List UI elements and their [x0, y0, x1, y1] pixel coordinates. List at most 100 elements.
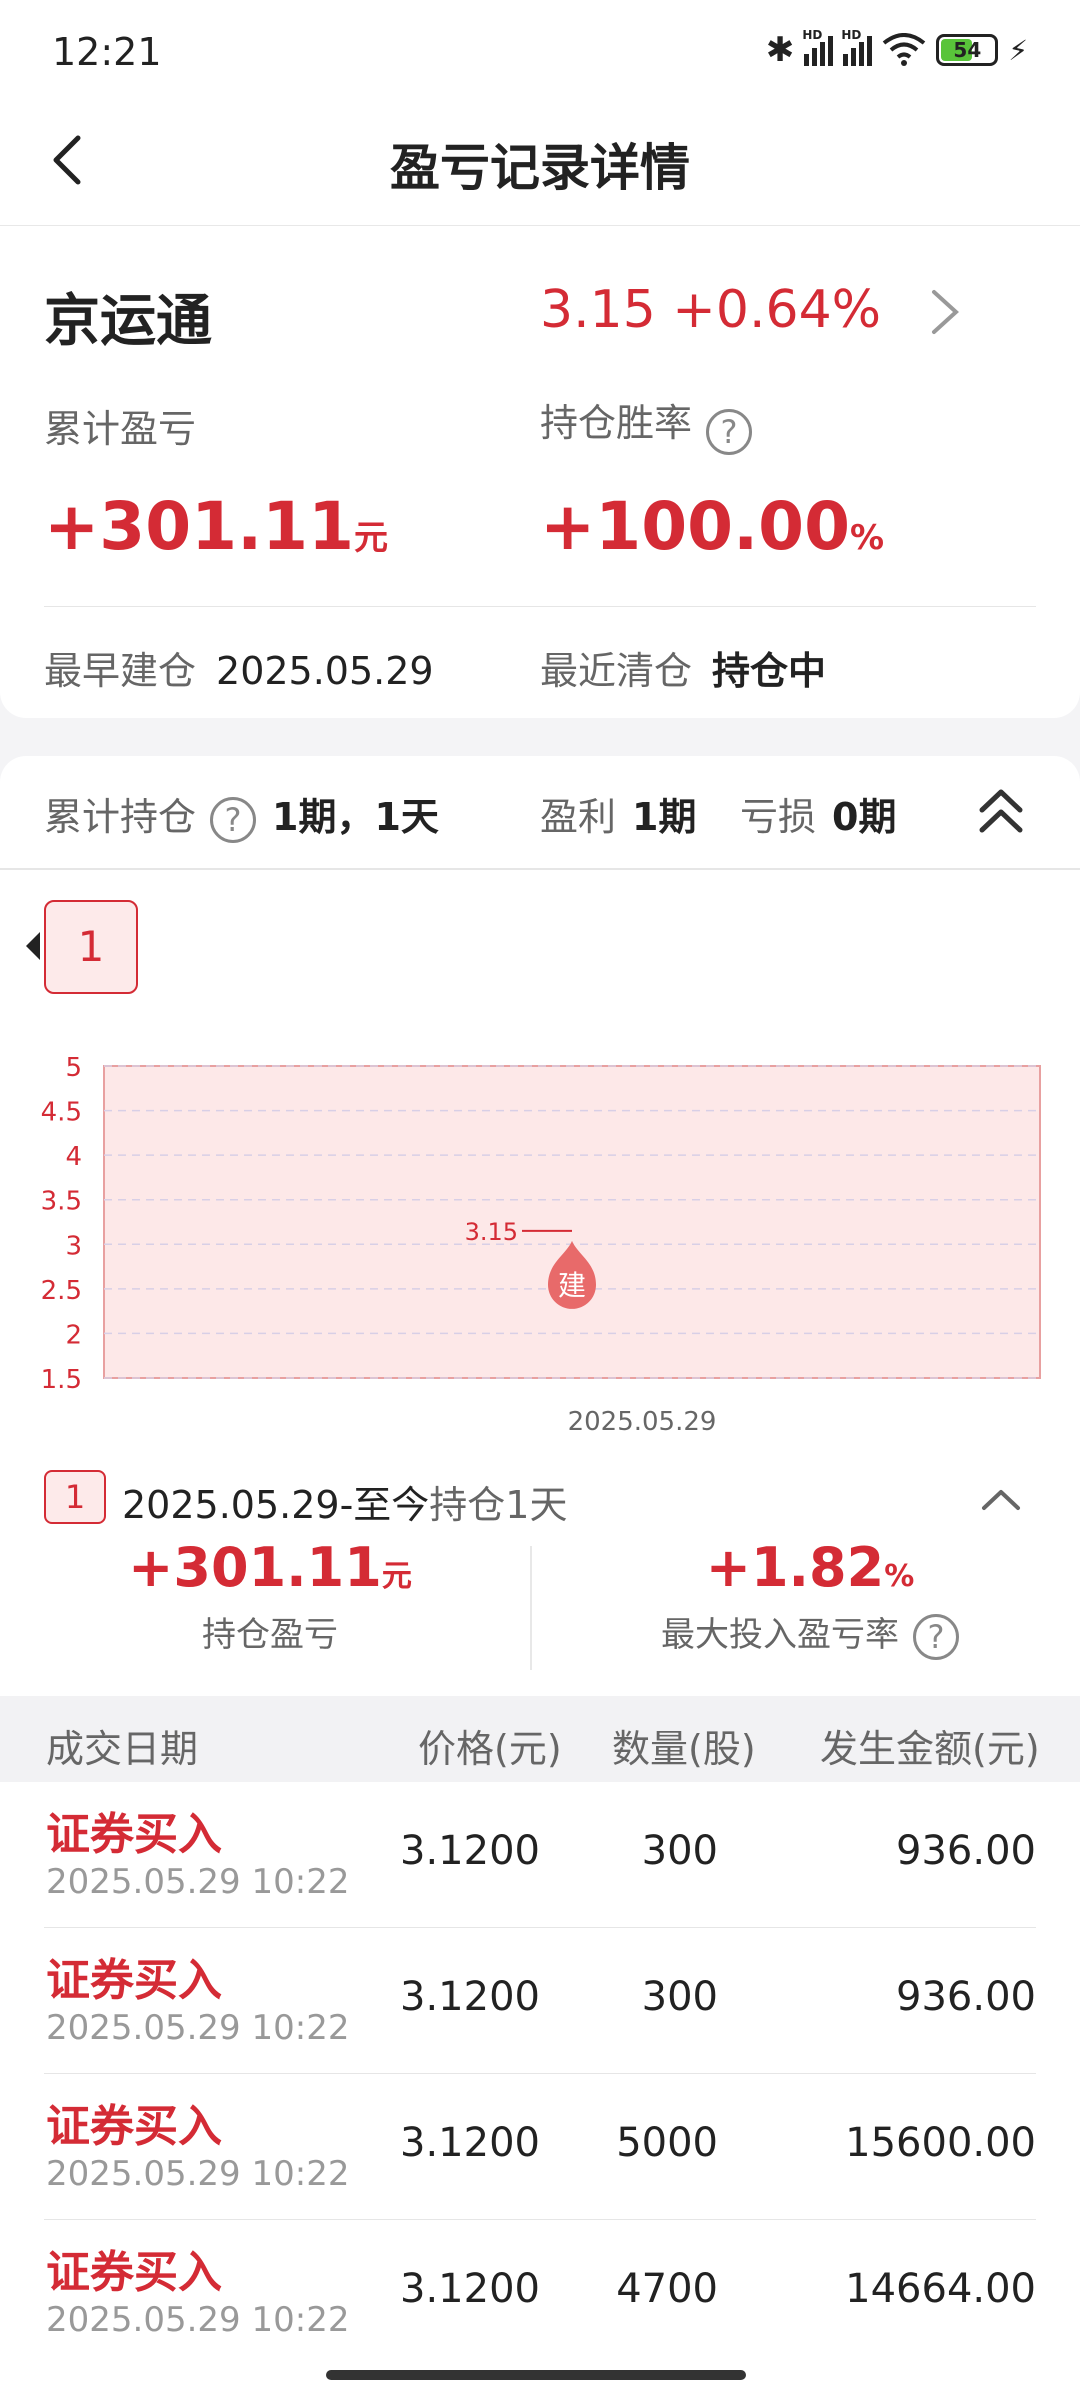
trade-qty: 5000 [616, 2120, 718, 2166]
trade-time: 2025.05.29 10:22 [46, 2008, 350, 2048]
build-marker-label: 建 [558, 1269, 586, 1302]
collapse-button[interactable] [976, 784, 1026, 840]
trade-price: 3.1200 [400, 1974, 540, 2020]
period-tab-1[interactable]: 1 [44, 900, 138, 994]
holding-summary-bar: 累计持仓? 1期，1天 盈利 1期 亏损 0期 [0, 756, 1080, 870]
app-header: 盈亏记录详情 [0, 100, 1080, 226]
period-rate-label-group: 最大投入盈亏率? [540, 1607, 1080, 1660]
th-price: 价格(元) [418, 1727, 562, 1771]
trade-price: 3.1200 [400, 1828, 540, 1874]
chart-y-tick: 2.5 [41, 1276, 82, 1306]
signal-icon-2: HD [841, 28, 873, 66]
chart-y-tick: 5 [65, 1053, 82, 1083]
loss-periods: 亏损 0期 [740, 786, 896, 841]
period-hold-text: 持仓1天 [429, 1483, 568, 1527]
trade-time: 2025.05.29 10:22 [46, 2154, 350, 2194]
chevron-right-icon [932, 290, 959, 334]
win-rate: +100.00% [540, 488, 884, 565]
cum-pnl-unit: 元 [354, 518, 388, 558]
chart-holding-area [103, 1065, 1041, 1379]
trade-amount: 14664.00 [845, 2266, 1036, 2312]
rate-help-icon[interactable]: ? [913, 1613, 959, 1660]
cum-holding-label: 累计持仓 [44, 795, 197, 839]
period-rate-label: 最大投入盈亏率 [661, 1615, 899, 1655]
trade-row[interactable]: 证券买入 2025.05.29 10:22 3.1200 4700 14664.… [0, 2220, 1080, 2366]
stock-price-change[interactable]: 3.15 +0.64% [540, 280, 881, 340]
holding-help-icon[interactable]: ? [210, 796, 257, 843]
trade-type: 证券买入 [46, 1955, 222, 2006]
period-rate-unit: % [884, 1559, 915, 1594]
period-scroll-left-icon[interactable] [26, 932, 40, 960]
bluetooth-icon: ✱ [765, 30, 795, 70]
signal-icon: HD [802, 28, 834, 66]
trade-qty: 4700 [616, 2266, 718, 2312]
price-chart: 5 4.5 4 3.5 3 2.5 2 1.5 3.15 建 2025.05.29 [41, 1053, 1041, 1437]
home-indicator[interactable] [326, 2370, 746, 2380]
cum-pnl: +301.11元 [44, 488, 388, 565]
period-stats: +301.11元 持仓盈亏 +1.82% 最大投入盈亏率? [0, 1536, 1080, 1676]
period-pnl-value: +301.11 [128, 1536, 382, 1599]
double-chevron-up-icon [979, 789, 1023, 833]
th-qty: 数量(股) [612, 1727, 756, 1771]
recent-clear-label: 最近清仓 [540, 649, 693, 693]
chart-y-tick: 4.5 [41, 1098, 82, 1128]
charging-icon: ⚡ [1008, 33, 1028, 67]
th-amount: 发生金额(元) [820, 1727, 1040, 1771]
help-icon[interactable]: ? [706, 408, 753, 455]
win-rate-value: +100.00 [540, 488, 850, 565]
trade-qty: 300 [641, 1974, 718, 2020]
chart-price-label: 3.15 [465, 1218, 518, 1246]
period-number: 1 [44, 1470, 106, 1524]
period-pnl: +301.11元 持仓盈亏 [0, 1536, 540, 1656]
trade-amount: 15600.00 [845, 2120, 1036, 2166]
chart-y-tick: 3.5 [41, 1187, 82, 1217]
cum-pnl-label: 累计盈亏 [44, 407, 197, 451]
earliest-build-label: 最早建仓 [44, 649, 197, 693]
page-title: 盈亏记录详情 [390, 139, 690, 197]
cum-holding-value: 1期，1天 [272, 795, 439, 839]
period-rate: +1.82% 最大投入盈亏率? [540, 1536, 1080, 1660]
trade-row[interactable]: 证券买入 2025.05.29 10:22 3.1200 300 936.00 [0, 1782, 1080, 1928]
trade-time: 2025.05.29 10:22 [46, 2300, 350, 2340]
trade-price: 3.1200 [400, 2266, 540, 2312]
period-rate-value: +1.82 [705, 1536, 885, 1599]
th-date: 成交日期 [46, 1727, 199, 1771]
trade-type: 证券买入 [46, 2247, 222, 2298]
earliest-build-value: 2025.05.29 [216, 649, 434, 693]
profit-value: 1期 [632, 795, 697, 839]
chart-y-tick: 3 [65, 1231, 82, 1261]
chart-y-tick: 4 [65, 1142, 82, 1172]
win-rate-label: 持仓胜率 [540, 401, 693, 445]
status-icons: ✱ HD HD 54 ⚡ [765, 28, 1028, 70]
cum-pnl-value: +301.11 [44, 488, 354, 565]
trade-row[interactable]: 证券买入 2025.05.29 10:22 3.1200 300 936.00 [0, 1928, 1080, 2074]
battery-icon: 54 [936, 34, 999, 66]
divider [44, 606, 1036, 607]
earliest-build: 最早建仓 2025.05.29 [44, 640, 434, 695]
win-rate-unit: % [850, 518, 885, 558]
cum-holding: 累计持仓? 1期，1天 [44, 786, 439, 843]
profit-periods: 盈利 1期 [540, 786, 696, 841]
trade-amount: 936.00 [896, 1974, 1036, 2020]
loss-label: 亏损 [740, 795, 817, 839]
trade-type: 证券买入 [46, 1809, 222, 1860]
trade-time: 2025.05.29 10:22 [46, 1862, 350, 1902]
period-info: 2025.05.29-至今持仓1天 [122, 1474, 567, 1529]
trade-price: 3.1200 [400, 2120, 540, 2166]
recent-clear-value: 持仓中 [712, 649, 827, 693]
period-pnl-unit: 元 [381, 1559, 412, 1594]
period-collapse-button[interactable] [976, 1474, 1026, 1524]
recent-clear: 最近清仓 持仓中 [540, 640, 826, 695]
stock-summary-card: 京运通 3.15 +0.64% 累计盈亏 持仓胜率? +301.11元 +100… [0, 226, 1080, 718]
period-date-range: 2025.05.29-至今 [122, 1483, 430, 1527]
holding-detail-card: 累计持仓? 1期，1天 盈利 1期 亏损 0期 1 5 4.5 4 3.5 3 2.5 2 1.5 3… [0, 756, 1080, 2400]
trade-amount: 936.00 [896, 1828, 1036, 1874]
trade-qty: 300 [641, 1828, 718, 1874]
trade-table-header: 成交日期 价格(元) 数量(股) 发生金额(元) [0, 1696, 1080, 1782]
trade-row[interactable]: 证券买入 2025.05.29 10:22 3.1200 5000 15600.… [0, 2074, 1080, 2220]
period-pnl-label: 持仓盈亏 [202, 1615, 338, 1655]
chevron-up-icon [982, 1490, 1020, 1510]
profit-label: 盈利 [540, 795, 617, 839]
loss-value: 0期 [832, 795, 897, 839]
stock-detail-button[interactable] [920, 282, 970, 342]
